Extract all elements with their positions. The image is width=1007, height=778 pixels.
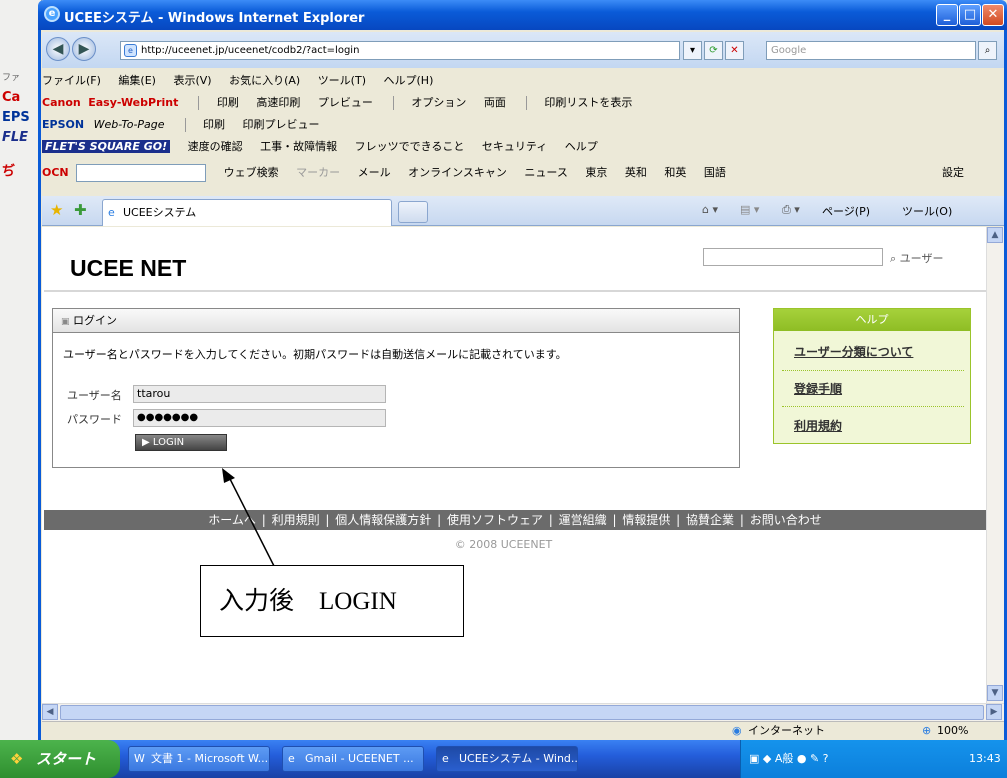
taskbar: ❖ スタート W 文書 1 - Microsoft W... e Gmail -… — [0, 740, 1007, 778]
vertical-scrollbar[interactable]: ▲ ▼ — [986, 227, 1004, 703]
annotation-callout: 入力後 LOGIN — [200, 565, 464, 637]
scroll-up-icon[interactable]: ▲ — [987, 227, 1003, 243]
zoom-level[interactable]: 100% — [937, 722, 968, 740]
system-tray: ▣ ◆ A般 ● ✎ ? 13:43 — [740, 740, 1007, 778]
scroll-right-icon[interactable]: ▶ — [986, 704, 1002, 720]
annotation-arrow — [222, 468, 276, 569]
security-zone: インターネット — [748, 724, 825, 737]
start-label: スタート — [36, 750, 97, 768]
horizontal-scrollbar[interactable]: ◀ ▶ — [42, 703, 1004, 721]
globe-icon: ◉ — [732, 724, 742, 737]
scroll-thumb[interactable] — [60, 705, 984, 720]
task-ucee[interactable]: e UCEEシステム - Wind... — [436, 746, 578, 772]
task-gmail[interactable]: e Gmail - UCEENET ... — [282, 746, 424, 772]
task-gmail-label: Gmail - UCEENET ... — [305, 752, 414, 765]
task-ucee-label: UCEEシステム - Wind... — [459, 752, 578, 765]
start-button[interactable]: ❖ スタート — [0, 740, 120, 778]
ie-icon: e — [442, 752, 449, 765]
word-icon: W — [134, 752, 145, 765]
ie-icon: e — [288, 752, 295, 765]
scroll-down-icon[interactable]: ▼ — [987, 685, 1003, 701]
clock: 13:43 — [969, 752, 1001, 765]
zoom-icon: ⊕ — [922, 724, 932, 737]
task-word[interactable]: W 文書 1 - Microsoft W... — [128, 746, 270, 772]
status-bar: ◉ インターネット ⊕ 100% — [42, 721, 1004, 740]
windows-logo-icon: ❖ — [10, 750, 24, 768]
task-word-label: 文書 1 - Microsoft W... — [151, 752, 269, 765]
scroll-left-icon[interactable]: ◀ — [42, 704, 58, 720]
tray-icons[interactable]: ▣ ◆ A般 ● ✎ ? — [749, 752, 829, 765]
